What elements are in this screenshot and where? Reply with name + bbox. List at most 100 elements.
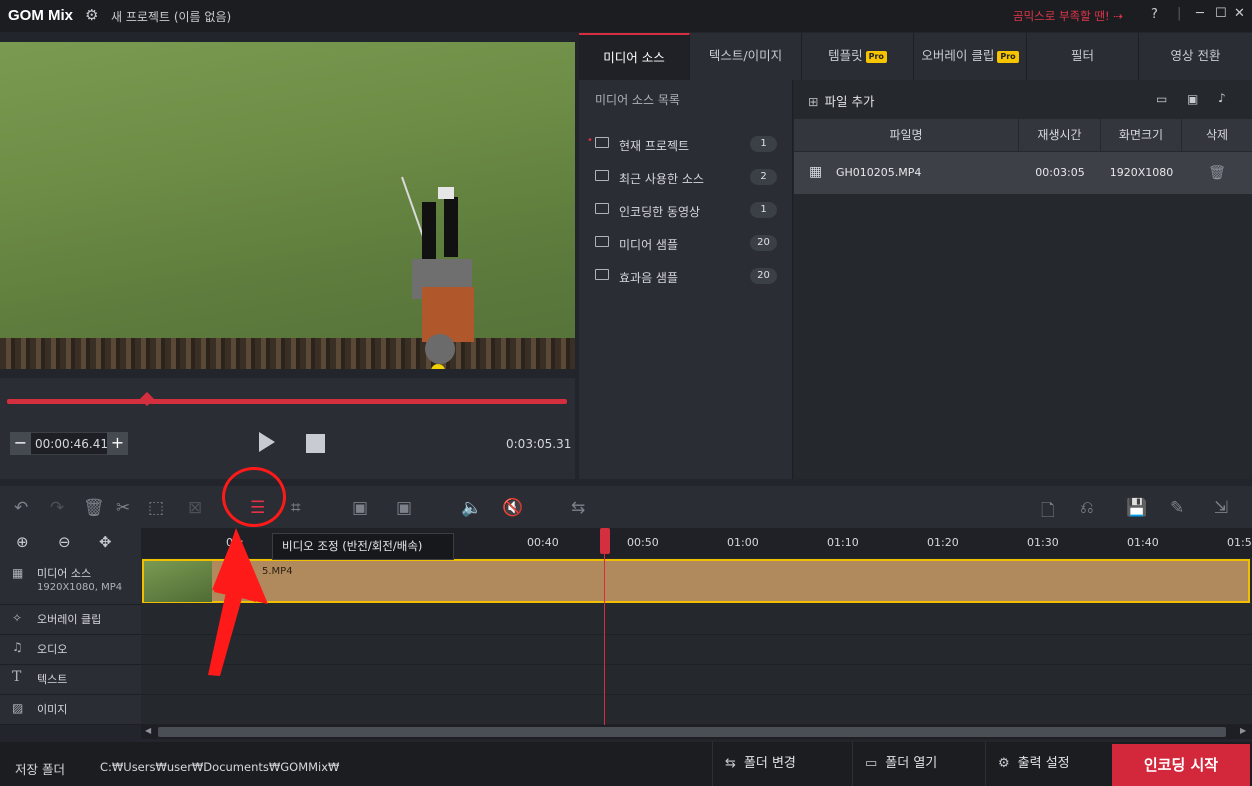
encode-start-button[interactable]: 인코딩 시작 <box>1112 744 1250 786</box>
play-button[interactable] <box>259 432 275 452</box>
open-folder-button[interactable]: ▭ 폴더 열기 <box>852 742 977 786</box>
save-folder-label: 저장 폴더 <box>15 762 65 777</box>
ruler-tick: 00:40 <box>527 536 559 549</box>
source-item-media-samples[interactable]: 미디어 샘플 20 <box>591 234 781 254</box>
folder-icon <box>595 269 609 280</box>
overlay-icon: ✧ <box>12 611 23 625</box>
track-audio[interactable]: ♫ 오디오 <box>0 635 141 665</box>
zoom-in-icon[interactable]: ⊕ <box>16 533 29 551</box>
source-item-current-project[interactable]: 현재 프로젝트 1 <box>591 135 781 155</box>
split-icon[interactable]: ⊠ <box>188 498 202 518</box>
project-title: 새 프로젝트 (이름 없음) <box>111 10 232 24</box>
file-duration: 00:03:05 <box>1035 166 1085 179</box>
trash-icon[interactable]: 🗑 <box>1182 152 1252 194</box>
undo-icon[interactable]: ↶ <box>14 498 28 518</box>
file-table-header: 파일명 재생시간 화면크기 삭제 <box>794 119 1252 151</box>
filter-audio-icon[interactable]: ♪ <box>1218 91 1226 105</box>
cut-icon[interactable]: ✂ <box>116 498 130 518</box>
lane-audio[interactable] <box>141 635 1252 665</box>
count-badge: 1 <box>750 202 777 218</box>
ruler-tick: 01:30 <box>1027 536 1059 549</box>
folder-export-icon <box>595 203 609 214</box>
maximize-icon[interactable]: ☐ <box>1215 6 1227 21</box>
image-insert-left-icon[interactable]: ▣ <box>352 498 368 518</box>
track-overlay[interactable]: ✧ 오버레이 클립 <box>0 605 141 635</box>
track-media-source[interactable]: ▦ 미디어 소스 1920X1080, MP4 <box>0 558 141 605</box>
source-item-recent[interactable]: 최근 사용한 소스 2 <box>591 168 781 188</box>
track-text[interactable]: T 텍스트 <box>0 665 141 695</box>
folder-icon: ▭ <box>865 756 878 771</box>
tab-overlay-clip[interactable]: 오버레이 클립 Pro <box>914 33 1027 80</box>
select-area-icon[interactable]: ⬚ <box>148 498 164 518</box>
time-plus-button[interactable]: + <box>107 432 128 455</box>
filter-video-icon[interactable]: ▭ <box>1156 92 1167 106</box>
scrollbar-thumb[interactable] <box>158 727 1226 737</box>
image-icon: ▨ <box>12 701 24 715</box>
lane-image[interactable] <box>141 695 1252 725</box>
media-clip[interactable] <box>142 559 1250 603</box>
save-as-icon[interactable]: ✎ <box>1170 498 1184 518</box>
separator-icon: | <box>1177 6 1182 21</box>
filter-image-icon[interactable]: ▣ <box>1187 92 1198 106</box>
crop-icon[interactable]: ⌗ <box>291 498 301 518</box>
redo-icon[interactable]: ↷ <box>50 498 64 518</box>
add-file-icon: ⊞ <box>808 94 819 109</box>
swap-icon[interactable]: ⇆ <box>571 498 585 518</box>
column-duration[interactable]: 재생시간 <box>1019 119 1101 151</box>
golfer-figure <box>401 176 474 369</box>
pro-badge: Pro <box>865 50 887 63</box>
close-icon[interactable]: ✕ <box>1234 6 1245 21</box>
settings-gear-icon[interactable]: ⚙ <box>85 6 98 24</box>
film-icon: ▦ <box>809 164 823 180</box>
ruler-tick: 01:00 <box>727 536 759 549</box>
stop-button[interactable] <box>306 434 325 453</box>
export-icon[interactable]: ⇲ <box>1214 498 1228 518</box>
tab-media-source[interactable]: 미디어 소스 <box>579 33 690 80</box>
music-note-icon: ♫ <box>12 640 23 654</box>
open-project-icon[interactable]: ⎌ <box>1080 498 1094 518</box>
tab-text-image[interactable]: 텍스트/이미지 <box>690 33 802 80</box>
save-icon[interactable]: 💾 <box>1126 498 1147 518</box>
folder-open-icon <box>595 137 609 148</box>
output-settings-icon: ⚙ <box>998 756 1010 771</box>
change-folder-button[interactable]: ⇆ 폴더 변경 <box>712 742 842 786</box>
column-filename[interactable]: 파일명 <box>794 119 1019 151</box>
time-minus-button[interactable]: − <box>10 432 31 455</box>
current-time: 00:00:46.41 <box>35 437 108 451</box>
save-folder-path: C:₩Users₩user₩Documents₩GOMMix₩ <box>100 760 340 774</box>
tab-template[interactable]: 템플릿 Pro <box>802 33 914 80</box>
column-resolution[interactable]: 화면크기 <box>1101 119 1182 151</box>
scroll-left-icon[interactable]: ◀ <box>145 726 151 735</box>
playhead-line <box>604 528 605 725</box>
table-row[interactable]: ▦ GH010205.MP4 00:03:05 1920X1080 🗑 <box>794 152 1252 194</box>
scroll-right-icon[interactable]: ▶ <box>1240 726 1246 735</box>
help-button[interactable]: ? <box>1151 7 1158 22</box>
seek-bar[interactable] <box>7 399 567 404</box>
add-file-button[interactable]: ⊞ 파일 추가 <box>808 91 874 110</box>
zoom-out-icon[interactable]: ⊖ <box>58 533 71 551</box>
annotation-circle <box>222 467 286 527</box>
new-project-icon[interactable]: 🗋 <box>1041 498 1055 527</box>
delete-icon[interactable]: 🗑 <box>83 498 105 518</box>
source-item-sfx-samples[interactable]: 효과음 샘플 20 <box>591 267 781 287</box>
video-preview <box>0 42 575 369</box>
file-resolution: 1920X1080 <box>1109 166 1174 179</box>
lane-text[interactable] <box>141 665 1252 695</box>
column-delete: 삭제 <box>1205 128 1229 142</box>
playhead-handle[interactable] <box>600 528 610 554</box>
mute-icon[interactable]: 🔇 <box>502 498 523 518</box>
source-item-encoded[interactable]: 인코딩한 동영상 1 <box>591 201 781 221</box>
volume-icon[interactable]: 🔈 <box>461 498 482 518</box>
text-icon: T <box>12 669 22 685</box>
tab-filter[interactable]: 필터 <box>1027 33 1139 80</box>
minimize-icon[interactable]: ─ <box>1196 6 1204 21</box>
fit-icon[interactable]: ✥ <box>99 533 112 551</box>
tab-transition[interactable]: 영상 전환 <box>1139 33 1252 80</box>
output-settings-button[interactable]: ⚙ 출력 설정 <box>985 742 1110 786</box>
track-image[interactable]: ▨ 이미지 <box>0 695 141 725</box>
ruler-tick: 00:50 <box>627 536 659 549</box>
promo-link[interactable]: 곰믹스로 부족할 땐! ⇢ <box>1013 8 1123 24</box>
image-insert-right-icon[interactable]: ▣ <box>396 498 412 518</box>
folder-swap-icon: ⇆ <box>725 756 736 771</box>
lane-overlay[interactable] <box>141 605 1252 635</box>
